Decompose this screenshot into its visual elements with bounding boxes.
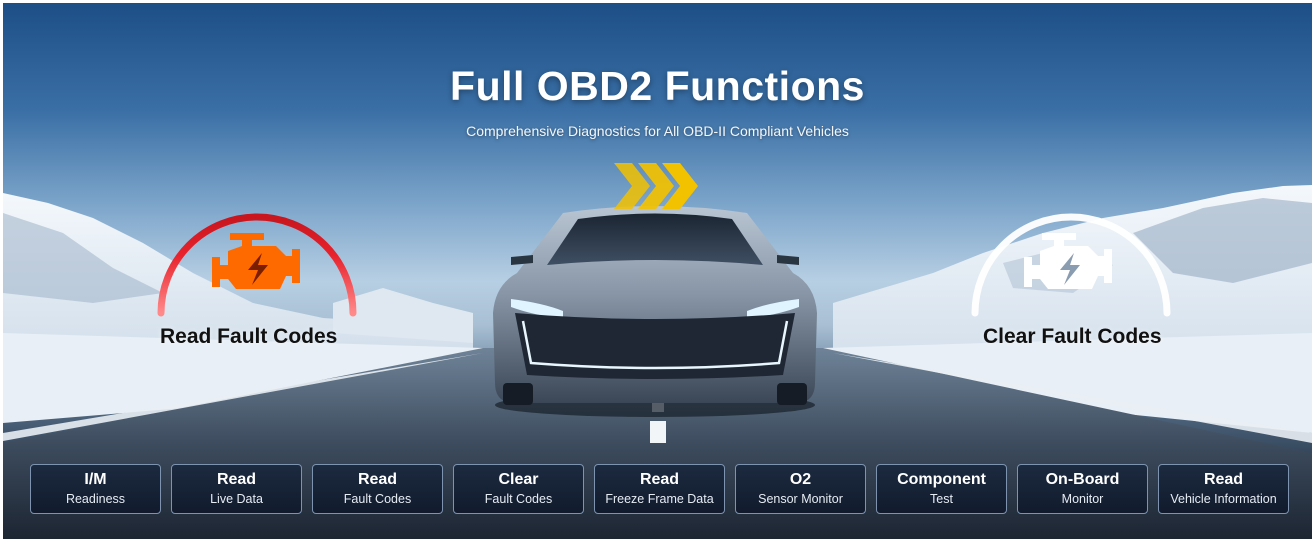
chip-subtitle: Live Data bbox=[210, 492, 263, 506]
page-title: Full OBD2 Functions bbox=[450, 63, 865, 109]
clear-fault-codes-label: Clear Fault Codes bbox=[983, 325, 1162, 348]
chip-subtitle: Monitor bbox=[1061, 492, 1104, 506]
chip-title: Component bbox=[897, 471, 986, 488]
chip-subtitle: Vehicle Information bbox=[1170, 492, 1277, 506]
function-list: I/M Readiness Read Live Data Read Fault … bbox=[30, 464, 1290, 516]
function-chip-component-test: Component Test bbox=[876, 464, 1007, 514]
car-illustration bbox=[493, 206, 817, 417]
chip-title: Read bbox=[216, 471, 257, 488]
function-chip-im-readiness: I/M Readiness bbox=[30, 464, 161, 514]
chip-title: Clear bbox=[498, 471, 539, 488]
function-chip-freeze-frame: Read Freeze Frame Data bbox=[594, 464, 725, 514]
chip-title: On-Board bbox=[1045, 471, 1120, 488]
chip-title: I/M bbox=[84, 471, 107, 488]
function-chip-onboard-monitor: On-Board Monitor bbox=[1017, 464, 1148, 514]
chip-subtitle: Fault Codes bbox=[343, 492, 412, 506]
check-engine-icon bbox=[1024, 233, 1112, 289]
chip-title: Read bbox=[639, 471, 680, 488]
read-fault-codes-label: Read Fault Codes bbox=[160, 325, 338, 348]
chip-title: O2 bbox=[789, 471, 812, 488]
function-chip-read-live-data: Read Live Data bbox=[171, 464, 302, 514]
chip-subtitle: Test bbox=[930, 492, 953, 506]
obd2-banner: Full OBD2 Functions Comprehensive Diagno… bbox=[3, 3, 1312, 539]
function-chip-o2-sensor: O2 Sensor Monitor bbox=[735, 464, 866, 514]
check-engine-icon bbox=[212, 233, 300, 289]
function-chip-vehicle-info: Read Vehicle Information bbox=[1158, 464, 1289, 514]
chip-subtitle: Sensor Monitor bbox=[758, 492, 843, 506]
page-subtitle: Comprehensive Diagnostics for All OBD-II… bbox=[466, 123, 849, 139]
chip-title: Read bbox=[1203, 471, 1244, 488]
chip-subtitle: Fault Codes bbox=[484, 492, 553, 506]
function-chip-read-fault-codes: Read Fault Codes bbox=[312, 464, 443, 514]
chip-subtitle: Freeze Frame Data bbox=[605, 492, 714, 506]
function-chip-clear-fault-codes: Clear Fault Codes bbox=[453, 464, 584, 514]
chip-title: Read bbox=[357, 471, 398, 488]
chip-subtitle: Readiness bbox=[65, 492, 126, 506]
chevron-arrows-icon bbox=[614, 163, 698, 209]
